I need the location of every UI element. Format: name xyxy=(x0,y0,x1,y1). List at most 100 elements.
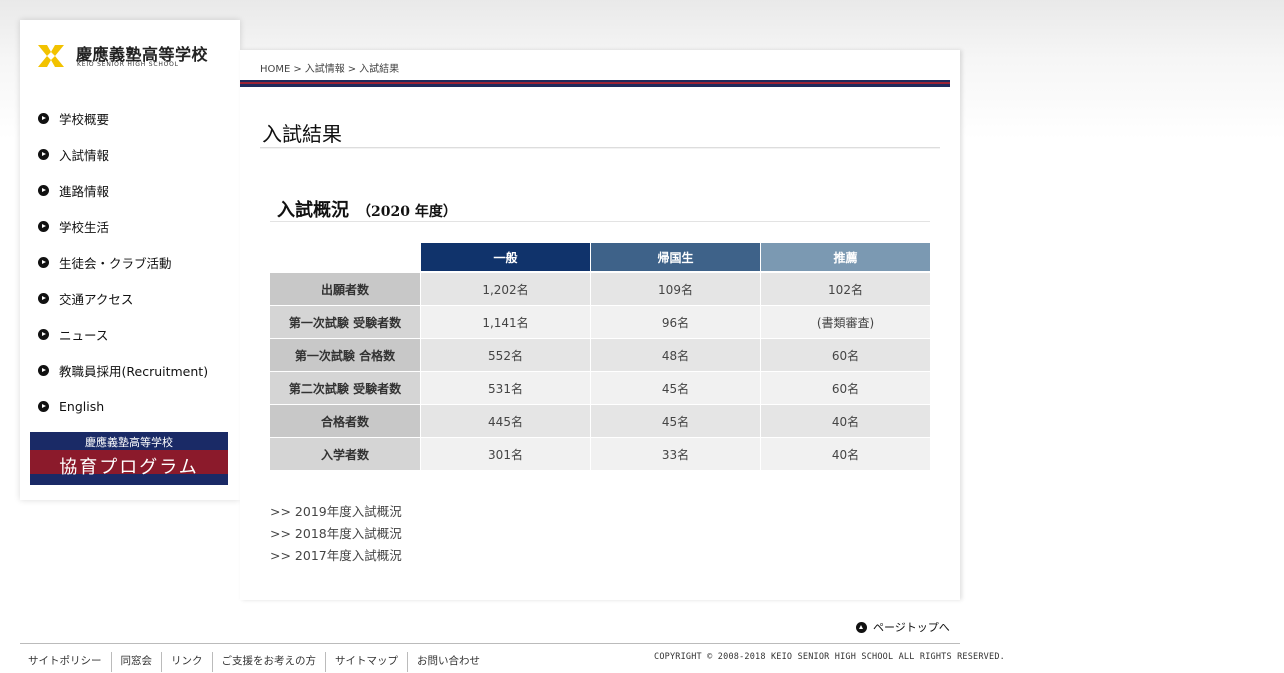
section-year: （2020 年度） xyxy=(357,204,457,220)
previous-years-links: >> 2019年度入試概況 >> 2018年度入試概況 >> 2017年度入試概… xyxy=(270,503,402,569)
table-cell: 60名 xyxy=(761,372,930,405)
table-cell: 301名 xyxy=(421,438,590,471)
table-cell: 40名 xyxy=(761,438,930,471)
table-cell: 552名 xyxy=(421,339,590,372)
arrow-circle-icon xyxy=(38,256,49,268)
row-label: 第二次試験 受験者数 xyxy=(270,372,420,405)
table-cell: 531名 xyxy=(421,372,590,405)
copyright: COPYRIGHT © 2008-2018 KEIO SENIOR HIGH S… xyxy=(654,652,1005,662)
title-divider xyxy=(260,147,940,149)
nav-item-label: 入試情報 xyxy=(59,147,110,163)
footer-link-contact[interactable]: お問い合わせ xyxy=(407,652,489,672)
nav-item-student-council-clubs[interactable]: 生徒会・クラブ活動 xyxy=(38,244,233,280)
breadcrumb-separator: > xyxy=(293,64,302,75)
table-row: 入学者数 301名 33名 40名 xyxy=(270,438,930,471)
banner-subtitle: 慶應義塾高等学校 xyxy=(85,436,173,449)
school-logo[interactable]: 慶應義塾高等学校 KEIO SENIOR HIGH SCHOOL xyxy=(36,42,226,72)
breadcrumb-current: 入試結果 xyxy=(359,64,400,75)
nav-item-label: 進路情報 xyxy=(59,183,110,199)
arrow-up-circle-icon xyxy=(856,621,867,633)
arrow-circle-icon xyxy=(38,364,49,376)
kyoiku-program-banner[interactable]: 慶應義塾高等学校 協育プログラム xyxy=(30,432,228,485)
link-2019-results[interactable]: >> 2019年度入試概況 xyxy=(270,503,402,525)
table-cell: 48名 xyxy=(591,339,760,372)
column-header-recommendation: 推薦 xyxy=(761,243,930,273)
table-row: 第二次試験 受験者数 531名 45名 60名 xyxy=(270,372,930,405)
breadcrumb: HOME > 入試情報 > 入試結果 xyxy=(260,60,399,75)
arrow-circle-icon xyxy=(38,328,49,340)
nav-item-news[interactable]: ニュース xyxy=(38,316,233,352)
table-row: 出願者数 1,202名 109名 102名 xyxy=(270,273,930,306)
table-row: 合格者数 445名 45名 40名 xyxy=(270,405,930,438)
row-label: 合格者数 xyxy=(270,405,420,438)
table-cell: 96名 xyxy=(591,306,760,339)
main-content: HOME > 入試情報 > 入試結果 入試結果 入試概況 （2020 年度） 一般 帰国生… xyxy=(240,50,960,600)
table-corner-cell xyxy=(270,243,420,273)
column-header-general: 一般 xyxy=(421,243,590,273)
nav-item-label: 交通アクセス xyxy=(59,291,134,307)
nav-item-label: 教職員採用(Recruitment) xyxy=(59,363,209,379)
nav-item-recruitment[interactable]: 教職員採用(Recruitment) xyxy=(38,352,233,388)
row-label: 第一次試験 受験者数 xyxy=(270,306,420,339)
nav-item-career[interactable]: 進路情報 xyxy=(38,172,233,208)
table-cell: 102名 xyxy=(761,273,930,306)
banner-title: 協育プログラム xyxy=(59,457,199,478)
link-2017-results[interactable]: >> 2017年度入試概況 xyxy=(270,547,402,569)
table-header-row: 一般 帰国生 推薦 xyxy=(270,243,930,273)
table-row: 第一次試験 受験者数 1,141名 96名 (書類審査) xyxy=(270,306,930,339)
table-row: 第一次試験 合格数 552名 48名 60名 xyxy=(270,339,930,372)
row-label: 出願者数 xyxy=(270,273,420,306)
page-title: 入試結果 xyxy=(262,122,342,146)
row-label: 第一次試験 合格数 xyxy=(270,339,420,372)
section-title-text: 入試概況 xyxy=(277,200,349,221)
footer-link-sitemap[interactable]: サイトマップ xyxy=(325,652,407,672)
breadcrumb-home-link[interactable]: HOME xyxy=(260,64,290,75)
arrow-circle-icon xyxy=(38,148,49,160)
footer-links: サイトポリシー 同窓会 リンク ご支援をお考えの方 サイトマップ お問い合わせ xyxy=(20,652,489,672)
breadcrumb-admissions-link[interactable]: 入試情報 xyxy=(305,64,345,75)
column-header-returnee: 帰国生 xyxy=(591,243,760,273)
page-top-label: ページトップへ xyxy=(873,621,950,634)
table-cell: 40名 xyxy=(761,405,930,438)
sidebar: 慶應義塾高等学校 KEIO SENIOR HIGH SCHOOL 学校概要 入試… xyxy=(20,20,240,500)
nav-item-english[interactable]: English xyxy=(38,388,233,424)
section-divider xyxy=(270,221,930,222)
section-title: 入試概況 （2020 年度） xyxy=(277,196,457,222)
footer-link-site-policy[interactable]: サイトポリシー xyxy=(20,652,111,672)
nav-item-admissions[interactable]: 入試情報 xyxy=(38,136,233,172)
table-cell: 45名 xyxy=(591,372,760,405)
arrow-circle-icon xyxy=(38,112,49,124)
table-cell: 1,202名 xyxy=(421,273,590,306)
nav-item-label: 学校生活 xyxy=(59,219,110,235)
table-cell: 109名 xyxy=(591,273,760,306)
table-cell: 33名 xyxy=(591,438,760,471)
admission-results-table: 一般 帰国生 推薦 出願者数 1,202名 109名 102名 第一次試験 受験… xyxy=(269,243,931,471)
table-cell: (書類審査) xyxy=(761,306,930,339)
pen-cross-logo-icon xyxy=(38,45,64,67)
link-2018-results[interactable]: >> 2018年度入試概況 xyxy=(270,525,402,547)
nav-item-label: 生徒会・クラブ活動 xyxy=(59,255,172,271)
header-rule xyxy=(240,80,950,88)
breadcrumb-separator: > xyxy=(347,64,357,75)
footer-link-links[interactable]: リンク xyxy=(161,652,212,672)
nav-item-label: ニュース xyxy=(59,327,109,343)
footer-link-support[interactable]: ご支援をお考えの方 xyxy=(211,652,326,672)
footer-divider xyxy=(20,643,960,644)
nav-item-school-life[interactable]: 学校生活 xyxy=(38,208,233,244)
page-top-link[interactable]: ページトップへ xyxy=(856,619,950,635)
arrow-circle-icon xyxy=(38,400,49,412)
nav-item-label: 学校概要 xyxy=(59,111,110,127)
table-cell: 1,141名 xyxy=(421,306,590,339)
arrow-circle-icon xyxy=(38,292,49,304)
nav-item-school-overview[interactable]: 学校概要 xyxy=(38,100,233,136)
nav-item-access[interactable]: 交通アクセス xyxy=(38,280,233,316)
table-cell: 60名 xyxy=(761,339,930,372)
arrow-circle-icon xyxy=(38,220,49,232)
row-label: 入学者数 xyxy=(270,438,420,471)
footer-link-alumni[interactable]: 同窓会 xyxy=(110,652,162,672)
table-cell: 45名 xyxy=(591,405,760,438)
nav-item-label: English xyxy=(59,398,105,414)
school-name-en: KEIO SENIOR HIGH SCHOOL xyxy=(77,61,179,68)
arrow-circle-icon xyxy=(38,184,49,196)
main-nav: 学校概要 入試情報 進路情報 学校生活 生徒会・クラブ活動 交通アクセス ニュー… xyxy=(38,100,233,424)
